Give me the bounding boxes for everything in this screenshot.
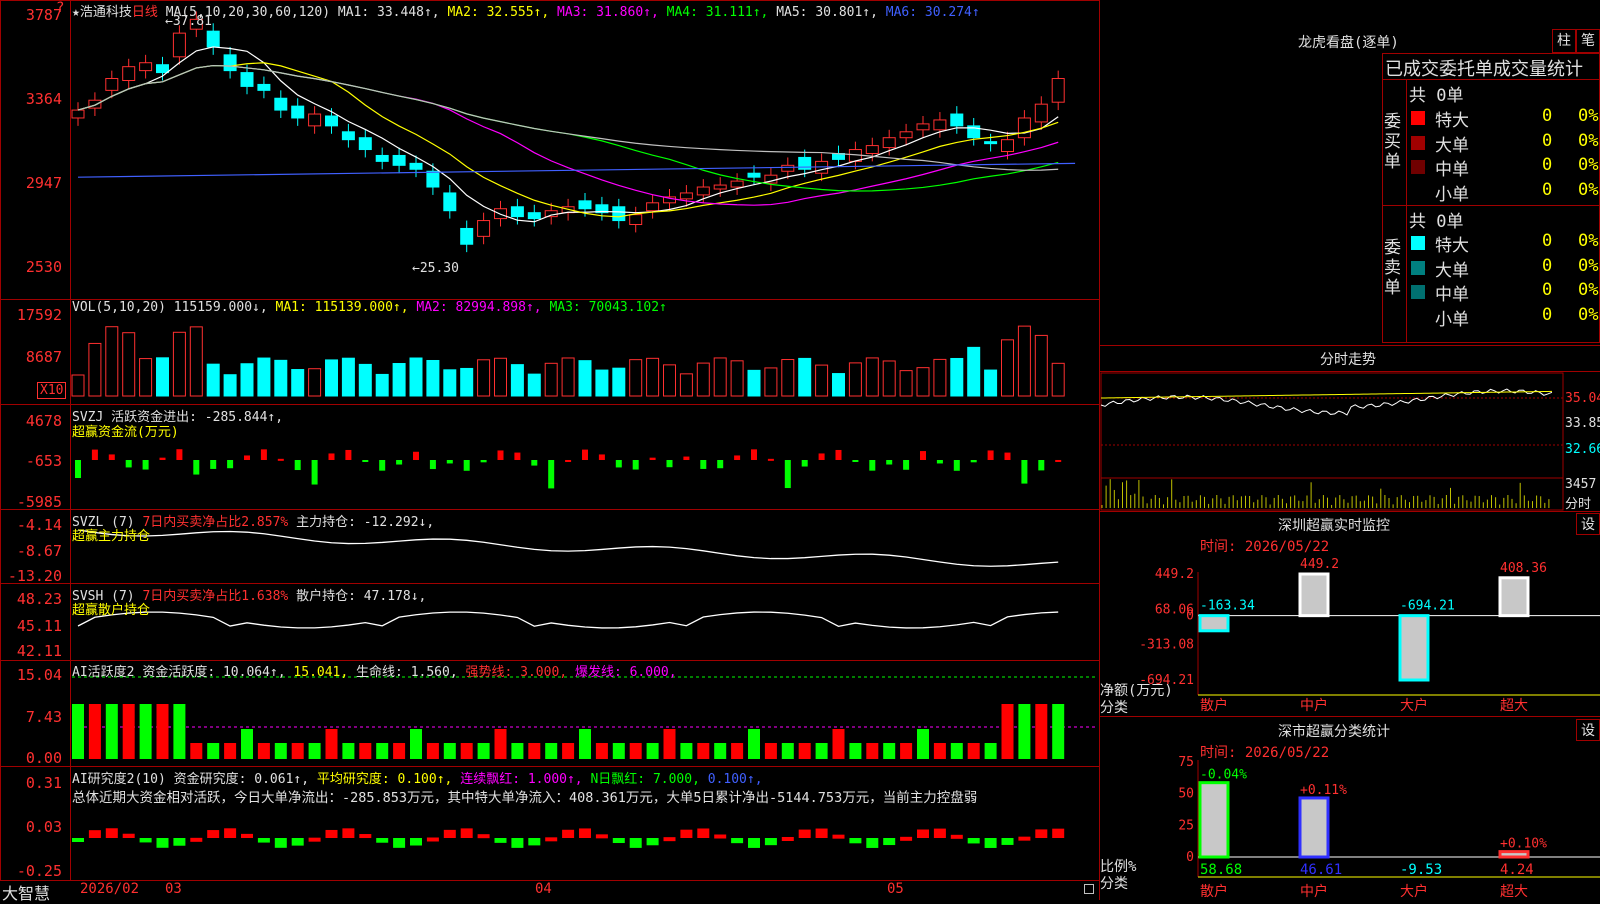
value-label: 46.61 xyxy=(1300,862,1342,878)
change-label: +0.10% xyxy=(1500,837,1547,852)
ratio-bar xyxy=(1198,781,1230,859)
value-label: 4.24 xyxy=(1500,862,1534,878)
category-label: 大户 xyxy=(1400,883,1428,900)
sz-class-chart: 75 50 25 0 -0.04% 58.68 散户 +0.11% 46.61 中户 -9.53 大户… xyxy=(1178,755,1600,900)
change-label: +0.11% xyxy=(1300,783,1347,798)
category-label: 超大 xyxy=(1500,884,1528,900)
category-label: 中户 xyxy=(1300,883,1328,900)
y-tick-label: 25 xyxy=(1178,818,1194,833)
value-label: -9.53 xyxy=(1400,862,1442,878)
ratio-bar xyxy=(1298,796,1330,859)
value-label: 58.68 xyxy=(1200,862,1242,878)
y-tick-label: 0 xyxy=(1186,850,1194,865)
y-tick-label: 50 xyxy=(1178,787,1194,802)
ratio-bar xyxy=(1498,850,1530,859)
change-label: -0.04% xyxy=(1200,768,1247,783)
category-label: 散户 xyxy=(1200,883,1228,900)
y-tick-label: 75 xyxy=(1178,755,1194,770)
